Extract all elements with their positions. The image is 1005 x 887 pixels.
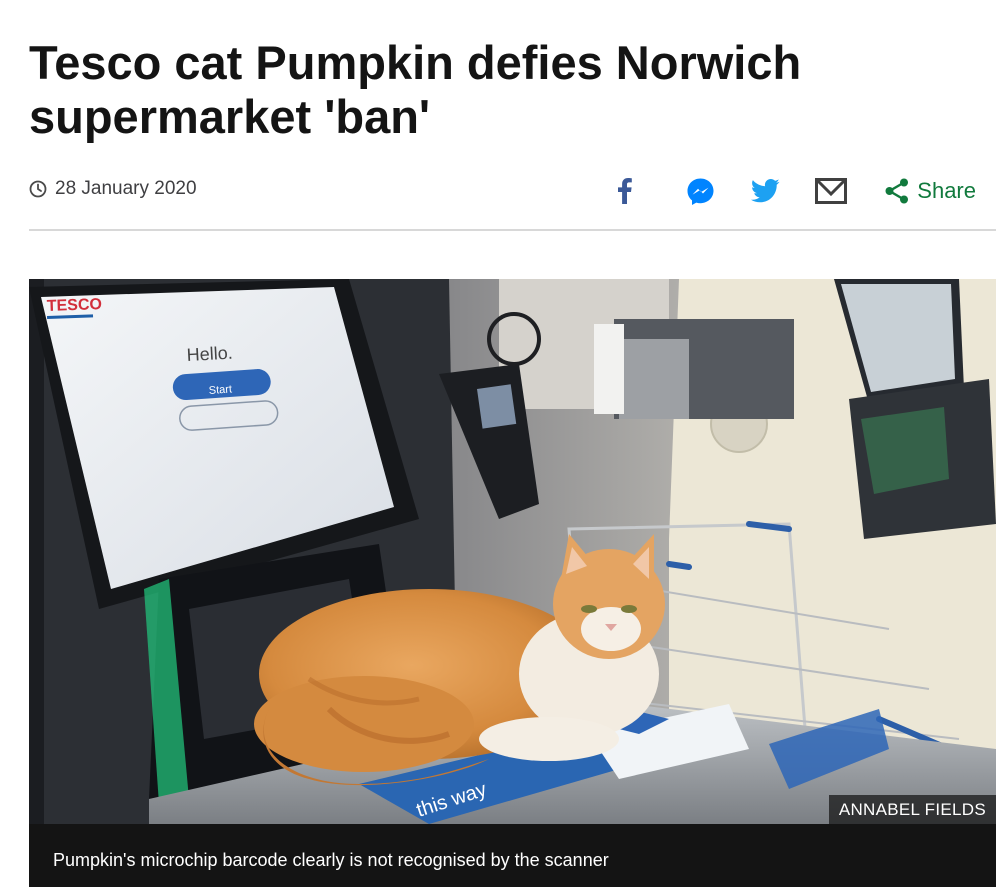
email-icon [815, 178, 848, 204]
screen-start-label: Start [208, 383, 232, 397]
messenger-icon [687, 178, 714, 205]
header-divider [29, 229, 996, 231]
article-headline: Tesco cat Pumpkin defies Norwich superma… [29, 36, 802, 143]
messenger-share-button[interactable] [685, 174, 715, 208]
screen-brand: TESCO [47, 296, 103, 315]
share-label: Share [917, 178, 976, 203]
image-caption-bar: Pumpkin's microchip barcode clearly is n… [29, 824, 996, 887]
article-photo: TESCO Hello. Start this way [29, 279, 996, 824]
clock-icon [29, 180, 47, 198]
image-credit: ANNABEL FIELDS [828, 795, 996, 824]
twitter-share-button[interactable] [750, 174, 780, 208]
article-date: 28 January 2020 [29, 178, 197, 200]
facebook-icon [618, 178, 633, 204]
share-button[interactable]: Share [885, 178, 976, 204]
share-icon [885, 178, 909, 204]
twitter-icon [750, 179, 780, 203]
article-meta-bar: 28 January 2020 Share [29, 170, 996, 210]
email-share-button[interactable] [815, 174, 848, 208]
screen-greeting: Hello. [186, 343, 233, 365]
share-tools: Share [615, 174, 976, 208]
article-date-text: 28 January 2020 [55, 178, 197, 199]
article-figure: TESCO Hello. Start this way ANNABEL FIEL… [29, 279, 996, 887]
facebook-share-button[interactable] [615, 174, 635, 208]
image-caption: Pumpkin's microchip barcode clearly is n… [53, 850, 609, 870]
